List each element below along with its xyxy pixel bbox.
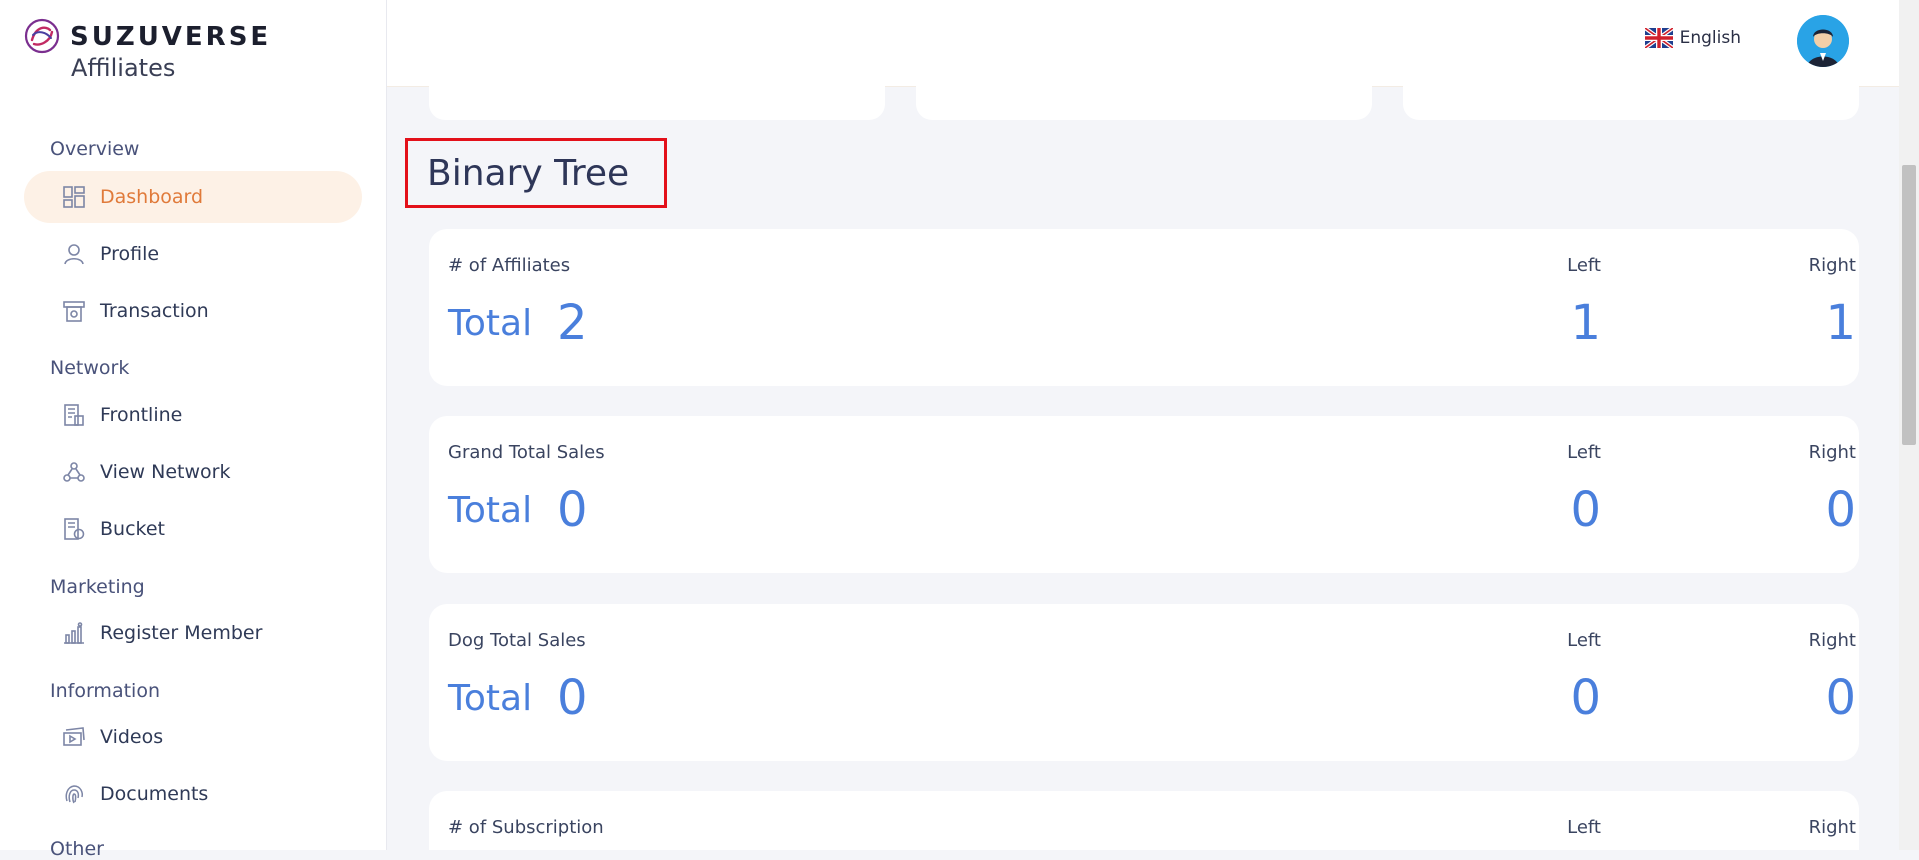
sidebar-item-frontline[interactable]: Frontline [24, 389, 362, 441]
language-selector[interactable]: English [1644, 28, 1741, 48]
sidebar-item-label: Transaction [100, 300, 209, 322]
section-information: Information [50, 680, 160, 702]
top-header: English [387, 0, 1899, 87]
section-overview: Overview [50, 138, 140, 160]
affiliates-card: # of Affiliates Left Right Total 2 1 1 [429, 229, 1859, 386]
left-value: 1 [1570, 295, 1601, 351]
language-label: English [1679, 28, 1741, 48]
sidebar-item-videos[interactable]: Videos [24, 711, 362, 763]
dashboard-icon [62, 185, 86, 209]
sidebar-item-label: Bucket [100, 518, 165, 540]
scrollbar-track[interactable] [1899, 0, 1919, 850]
left-label: Left [1567, 442, 1601, 463]
total-label: Total [448, 303, 533, 344]
scrollbar-thumb[interactable] [1902, 165, 1916, 445]
brand-name: SUZUVERSE [70, 22, 272, 52]
bucket-icon [62, 517, 86, 541]
total-value: 2 [557, 295, 588, 351]
user-avatar-icon [1797, 15, 1849, 67]
section-other: Other [50, 838, 104, 860]
sidebar-item-label: Frontline [100, 404, 183, 426]
sidebar-item-profile[interactable]: Profile [24, 228, 362, 280]
sidebar-item-bucket[interactable]: Bucket [24, 503, 362, 555]
total-label: Total [448, 678, 533, 719]
card-label: Dog Total Sales [448, 630, 586, 651]
sidebar-item-label: View Network [100, 461, 231, 483]
right-label: Right [1808, 255, 1856, 276]
right-value: 0 [1825, 670, 1856, 726]
brand-subtitle: Affiliates [71, 54, 176, 82]
subscription-card: # of Subscription Left Right [429, 791, 1859, 850]
right-value: 0 [1825, 482, 1856, 538]
grand-total-sales-card: Grand Total Sales Left Right Total 0 0 0 [429, 416, 1859, 573]
right-label: Right [1808, 817, 1856, 838]
chart-icon [62, 621, 86, 645]
left-label: Left [1567, 630, 1601, 651]
left-value: 0 [1570, 482, 1601, 538]
total-value: 0 [557, 670, 588, 726]
network-icon [62, 460, 86, 484]
left-label: Left [1567, 255, 1601, 276]
sidebar: SUZUVERSE Affiliates Overview Dashboard … [0, 0, 387, 860]
card-label: # of Subscription [448, 817, 604, 838]
card-label: # of Affiliates [448, 255, 571, 276]
sidebar-item-label: Documents [100, 783, 209, 805]
sidebar-item-register-member[interactable]: Register Member [24, 607, 362, 659]
dog-total-sales-card: Dog Total Sales Left Right Total 0 0 0 [429, 604, 1859, 761]
left-label: Left [1567, 817, 1601, 838]
video-icon [62, 725, 86, 749]
section-marketing: Marketing [50, 576, 145, 598]
uk-flag-icon [1644, 28, 1673, 48]
total-label: Total [448, 490, 533, 531]
user-icon [62, 242, 86, 266]
fingerprint-icon [62, 782, 86, 806]
page-title: Binary Tree [427, 153, 630, 194]
right-label: Right [1808, 630, 1856, 651]
card-label: Grand Total Sales [448, 442, 605, 463]
sidebar-item-dashboard[interactable]: Dashboard [24, 171, 362, 223]
sidebar-item-view-network[interactable]: View Network [24, 446, 362, 498]
stat-card-partial [916, 86, 1372, 120]
sidebar-item-transaction[interactable]: Transaction [24, 285, 362, 337]
stat-card-partial [1403, 86, 1859, 120]
sidebar-item-documents[interactable]: Documents [24, 768, 362, 820]
right-value: 1 [1825, 295, 1856, 351]
total-value: 0 [557, 482, 588, 538]
sidebar-item-label: Dashboard [100, 186, 204, 208]
avatar[interactable] [1797, 15, 1849, 67]
sidebar-item-label: Profile [100, 243, 160, 265]
section-network: Network [50, 357, 130, 379]
left-value: 0 [1570, 670, 1601, 726]
sidebar-item-label: Videos [100, 726, 164, 748]
stat-card-partial [429, 86, 885, 120]
transaction-icon [62, 299, 86, 323]
right-label: Right [1808, 442, 1856, 463]
suzuverse-logo-icon [24, 18, 60, 54]
frontline-icon [62, 403, 86, 427]
sidebar-item-label: Register Member [100, 622, 263, 644]
